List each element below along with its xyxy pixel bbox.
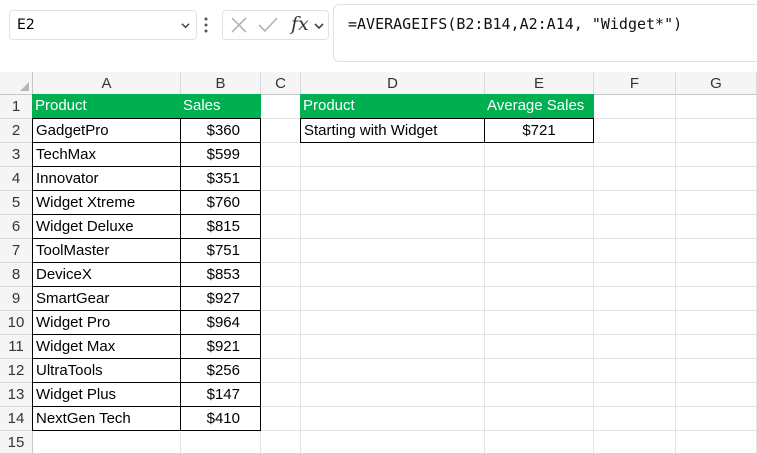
table1-cell-product[interactable]: NextGen Tech [32,406,181,431]
row-header-7[interactable]: 7 [0,239,33,263]
table1-cell-sales[interactable]: $921 [180,334,261,359]
select-all-corner[interactable] [0,72,33,95]
insert-function-icon[interactable]: fx [291,13,309,35]
table1-cell-sales[interactable]: $256 [180,358,261,383]
row-header-10[interactable]: 10 [0,311,33,335]
table1-cell-product[interactable]: DeviceX [32,262,181,287]
table1-cell-sales[interactable]: $410 [180,406,261,431]
chevron-down-icon[interactable] [314,21,324,31]
column-header-a[interactable]: A [33,72,181,95]
table1-cell-product[interactable]: GadgetPro [32,118,181,143]
column-header-c[interactable]: C [261,72,301,95]
row-header-1[interactable]: 1 [0,95,33,119]
row-header-6[interactable]: 6 [0,215,33,239]
row-header-12[interactable]: 12 [0,359,33,383]
more-options-icon[interactable] [204,15,208,35]
chevron-down-icon[interactable] [181,21,190,30]
row-header-15[interactable]: 15 [0,431,33,453]
row-header-9[interactable]: 9 [0,287,33,311]
name-box-value: E2 [17,17,35,33]
table1-cell-product[interactable]: TechMax [32,142,181,167]
table1-cell-sales[interactable]: $751 [180,238,261,263]
table1-cell-product[interactable]: Innovator [32,166,181,191]
gridline [484,95,485,453]
formula-input[interactable]: =AVERAGEIFS(B2:B14,A2:A14, "Widget*") [333,4,757,62]
column-header-f[interactable]: F [594,72,676,95]
gridline [593,95,594,453]
table1-header-sales[interactable]: Sales [180,94,261,119]
table1-cell-sales[interactable]: $964 [180,310,261,335]
table1-cell-product[interactable]: Widget Xtreme [32,190,181,215]
column-header-e[interactable]: E [485,72,594,95]
table2-header-product[interactable]: Product [300,94,485,119]
table1-cell-product[interactable]: Widget Max [32,334,181,359]
table1-cell-sales[interactable]: $760 [180,190,261,215]
table1-cell-product[interactable]: UltraTools [32,358,181,383]
table1-cell-product[interactable]: ToolMaster [32,238,181,263]
gridline [675,95,676,453]
column-header-g[interactable]: G [676,72,757,95]
table1-header-product[interactable]: Product [32,94,181,119]
table1-cell-sales[interactable]: $147 [180,382,261,407]
row-header-14[interactable]: 14 [0,407,33,431]
table1-cell-sales[interactable]: $927 [180,286,261,311]
table1-cell-sales[interactable]: $360 [180,118,261,143]
corner-triangle-icon [20,82,29,91]
row-header-5[interactable]: 5 [0,191,33,215]
column-header-b[interactable]: B [181,72,261,95]
table1-cell-product[interactable]: Widget Pro [32,310,181,335]
table1-cell-product[interactable]: SmartGear [32,286,181,311]
cancel-icon[interactable] [229,15,249,35]
formula-controls: fx [222,10,329,40]
formula-text: =AVERAGEIFS(B2:B14,A2:A14, "Widget*") [348,15,683,33]
table1-cell-sales[interactable]: $853 [180,262,261,287]
row-header-8[interactable]: 8 [0,263,33,287]
table2-header-average-sales[interactable]: Average Sales [484,94,594,119]
formula-bar: E2 fx =AVERAGEIFS(B2:B14,A2:A14, "Widget… [0,0,757,72]
table2-cell-average-sales[interactable]: $721 [484,118,594,143]
name-box[interactable]: E2 [9,10,197,40]
gridline [300,95,301,453]
row-header-2[interactable]: 2 [0,119,33,143]
row-header-11[interactable]: 11 [0,335,33,359]
table1-cell-sales[interactable]: $815 [180,214,261,239]
enter-check-icon[interactable] [257,15,279,35]
row-header-13[interactable]: 13 [0,383,33,407]
row-header-3[interactable]: 3 [0,143,33,167]
table1-cell-product[interactable]: Widget Plus [32,382,181,407]
table1-cell-sales[interactable]: $351 [180,166,261,191]
table2-cell-product[interactable]: Starting with Widget [300,118,485,143]
table1-cell-product[interactable]: Widget Deluxe [32,214,181,239]
column-header-d[interactable]: D [301,72,485,95]
table1-cell-sales[interactable]: $599 [180,142,261,167]
row-header-4[interactable]: 4 [0,167,33,191]
